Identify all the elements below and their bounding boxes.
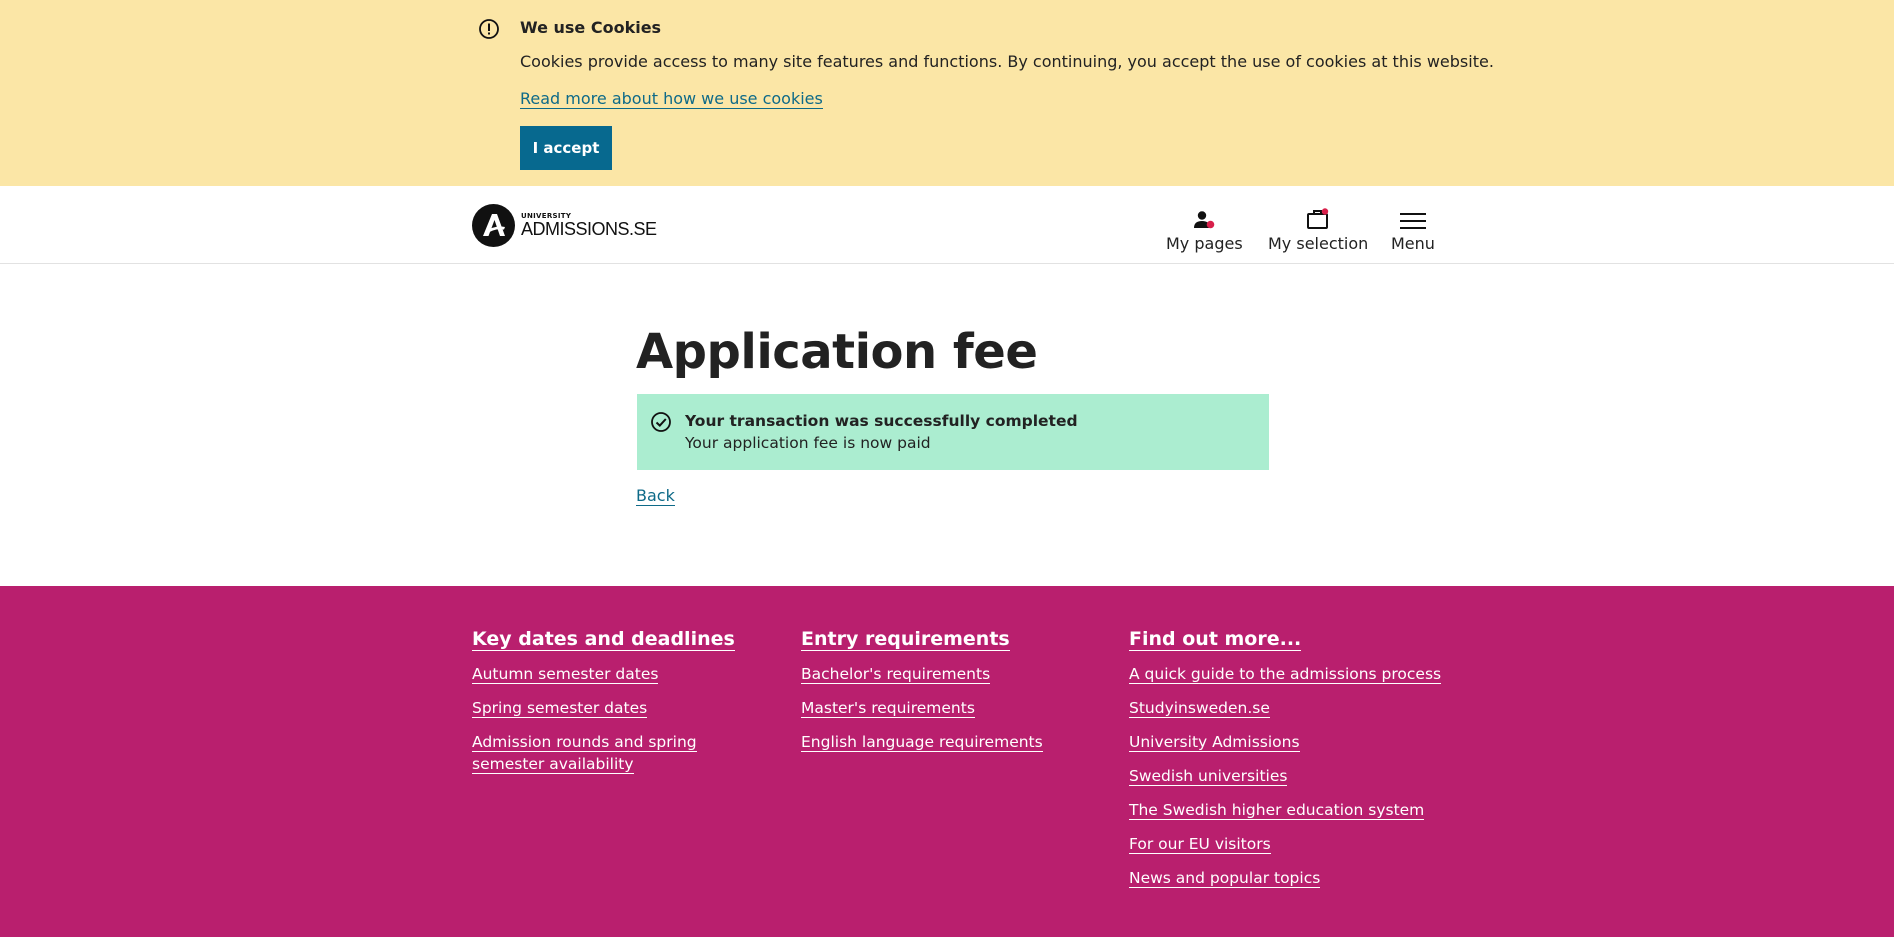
cookie-banner: We use Cookies Cookies provide access to…	[0, 0, 1894, 186]
cookie-info-link[interactable]: Read more about how we use cookies	[520, 90, 823, 109]
page-title: Application fee	[636, 324, 1038, 380]
footer-link-english-requirements[interactable]: English language requirements	[801, 733, 1043, 752]
briefcase-icon	[1305, 208, 1331, 230]
footer-link-admission-rounds[interactable]: Admission rounds and spring semester ava…	[472, 733, 697, 774]
nav-my-selection-label: My selection	[1268, 234, 1369, 253]
exclamation-circle-icon	[479, 19, 499, 39]
nav-menu-label: Menu	[1391, 234, 1435, 253]
success-alert: Your transaction was successfully comple…	[637, 394, 1269, 470]
site-footer: Key dates and deadlines Autumn semester …	[0, 586, 1894, 937]
back-link[interactable]: Back	[636, 486, 675, 506]
site-logo[interactable]: UNIVERSITY ADMISSIONS.SE	[472, 203, 657, 247]
footer-link-higher-education-system[interactable]: The Swedish higher education system	[1129, 801, 1425, 820]
site-header: UNIVERSITY ADMISSIONS.SE My pages My sel…	[0, 186, 1894, 264]
alert-text: Your application fee is now paid	[685, 434, 931, 452]
footer-column-key-dates: Key dates and deadlines Autumn semester …	[472, 628, 772, 787]
footer-column-find-out-more: Find out more... A quick guide to the ad…	[1129, 628, 1469, 901]
footer-link-bachelors[interactable]: Bachelor's requirements	[801, 665, 991, 684]
logo-mark	[472, 203, 515, 247]
footer-link-eu-visitors[interactable]: For our EU visitors	[1129, 835, 1271, 854]
hamburger-menu-icon	[1399, 208, 1426, 230]
nav-menu[interactable]: Menu	[1391, 208, 1435, 253]
footer-column-entry-requirements: Entry requirements Bachelor's requiremen…	[801, 628, 1101, 765]
footer-link-autumn-dates[interactable]: Autumn semester dates	[472, 665, 659, 684]
cookie-title: We use Cookies	[520, 18, 662, 37]
check-circle-icon	[651, 412, 671, 432]
nav-my-pages-label: My pages	[1166, 234, 1243, 253]
footer-heading-key-dates[interactable]: Key dates and deadlines	[472, 628, 735, 651]
footer-link-spring-dates[interactable]: Spring semester dates	[472, 699, 648, 718]
footer-link-studyinsweden[interactable]: Studyinsweden.se	[1129, 699, 1270, 718]
nav-my-selection[interactable]: My selection	[1268, 208, 1368, 253]
footer-heading-find-out-more[interactable]: Find out more...	[1129, 628, 1302, 651]
footer-heading-entry-requirements[interactable]: Entry requirements	[801, 628, 1010, 651]
footer-link-news[interactable]: News and popular topics	[1129, 869, 1321, 888]
footer-link-swedish-universities[interactable]: Swedish universities	[1129, 767, 1288, 786]
logo-a-icon	[482, 214, 505, 236]
user-icon	[1192, 208, 1216, 230]
logo-big-text: ADMISSIONS.SE	[521, 218, 657, 239]
footer-link-quick-guide[interactable]: A quick guide to the admissions process	[1129, 665, 1442, 684]
nav-my-pages[interactable]: My pages	[1166, 208, 1243, 253]
accept-cookies-button[interactable]: I accept	[520, 126, 612, 170]
footer-link-university-admissions[interactable]: University Admissions	[1129, 733, 1300, 752]
cookie-text: Cookies provide access to many site feat…	[520, 52, 1494, 71]
alert-title: Your transaction was successfully comple…	[685, 412, 1078, 430]
footer-link-masters[interactable]: Master's requirements	[801, 699, 975, 718]
